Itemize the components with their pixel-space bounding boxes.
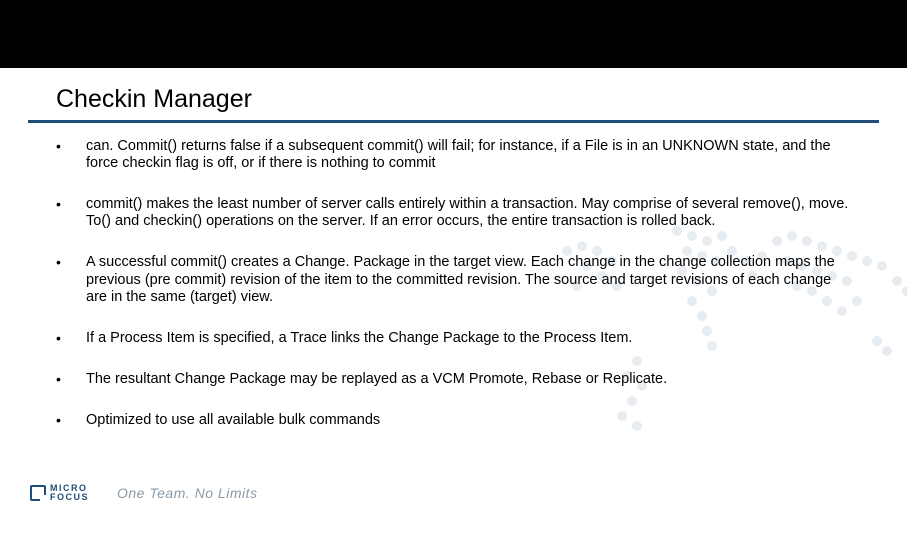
logo-square-icon: [30, 485, 46, 501]
bullet-text: The resultant Change Package may be repl…: [86, 371, 667, 387]
footer: MICRO FOCUS One Team. No Limits: [0, 475, 907, 511]
logo-text-block: MICRO FOCUS: [50, 484, 89, 502]
list-item: A successful commit() creates a Change. …: [56, 254, 856, 305]
tagline: One Team. No Limits: [117, 485, 257, 501]
bullet-text: can. Commit() returns false if a subsequ…: [86, 138, 831, 171]
list-item: Optimized to use all available bulk comm…: [56, 412, 856, 429]
list-item: can. Commit() returns false if a subsequ…: [56, 138, 856, 172]
bullet-text: A successful commit() creates a Change. …: [86, 254, 835, 304]
list-item: If a Process Item is specified, a Trace …: [56, 330, 856, 347]
bullet-list: can. Commit() returns false if a subsequ…: [56, 138, 856, 453]
page-title: Checkin Manager: [56, 85, 252, 114]
logo-line-2: FOCUS: [50, 493, 89, 502]
top-band: [0, 0, 907, 68]
bullet-text: Optimized to use all available bulk comm…: [86, 412, 380, 428]
title-rule: [28, 120, 879, 123]
list-item: The resultant Change Package may be repl…: [56, 371, 856, 388]
bullet-text: If a Process Item is specified, a Trace …: [86, 330, 632, 346]
bullet-text: commit() makes the least number of serve…: [86, 196, 848, 229]
list-item: commit() makes the least number of serve…: [56, 196, 856, 230]
logo: MICRO FOCUS: [30, 484, 89, 502]
